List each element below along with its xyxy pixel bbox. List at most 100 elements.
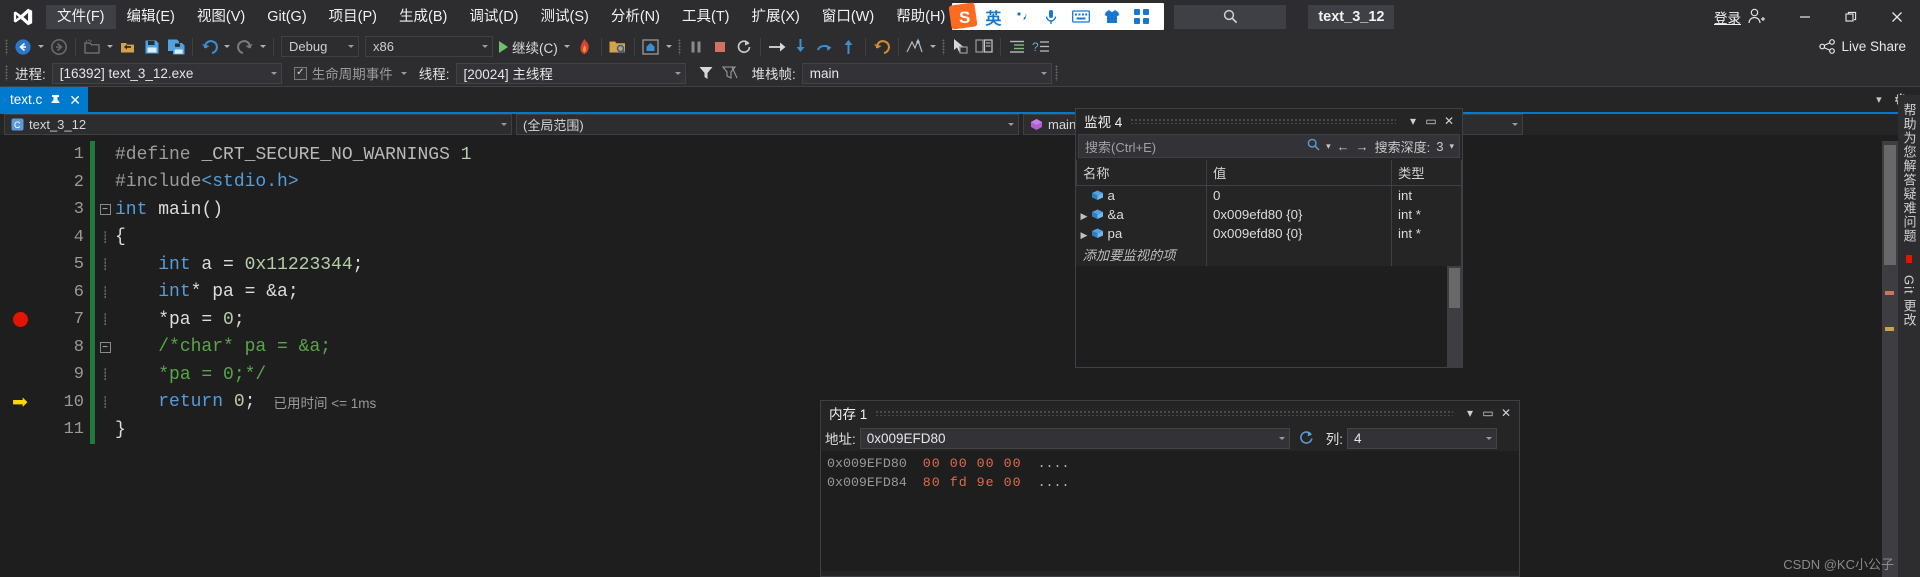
fold-box[interactable]: − [99,341,111,353]
redo-dropdown-icon[interactable] [257,45,269,48]
code-text[interactable]: } [115,420,126,440]
expand-chevron-icon[interactable]: ▶ [1081,230,1091,241]
breakpoint-dot[interactable] [12,312,28,328]
memory-hex-bytes[interactable]: 00 00 00 00 [923,454,1022,473]
keyboard-icon[interactable] [1065,10,1097,23]
code-text[interactable]: *pa = 0; [115,310,244,330]
toolbar-grip[interactable] [1052,63,1061,83]
close-icon[interactable]: ✕ [69,93,81,107]
undo-icon[interactable] [197,35,221,59]
watch-add-row[interactable]: 添加要监视的项 [1076,243,1462,266]
code-text[interactable]: #define _CRT_SECURE_NO_WARNINGS 1 [115,145,472,165]
code-text[interactable]: { [115,227,126,247]
panel-drag-dots[interactable] [1130,118,1396,124]
step-over-icon[interactable] [813,35,837,59]
panel-dock-icon[interactable]: ▭ [1422,112,1440,130]
step-out-icon[interactable] [837,35,861,59]
code-line[interactable]: 1 #define _CRT_SECURE_NO_WARNINGS 1 [0,141,1920,169]
search-depth-chevron-icon[interactable]: ▾ [1449,141,1454,152]
hot-reload-icon[interactable] [573,35,597,59]
code-text[interactable]: int main() [115,200,223,220]
watch-search-bar[interactable]: 搜索(Ctrl+E) ▾ ← → 搜索深度: 3 ▾ [1078,134,1460,158]
code-text[interactable]: int a = 0x11223344; [115,255,363,275]
expand-chevron-icon[interactable]: ▶ [1081,211,1091,222]
memory-columns-combo[interactable]: 4 [1347,427,1498,449]
toolbar-grip[interactable] [675,37,684,57]
search-depth-value[interactable]: 3 [1436,139,1443,154]
scrollbar-thumb[interactable] [1884,145,1896,265]
microphone-icon[interactable] [1037,9,1065,25]
tab-text-c[interactable]: text.c ✕ [0,87,88,112]
memory-window[interactable]: 内存 1 ▾ ▭ ✕ 地址: 0x009EFD80 列: 4 0x009EFD8… [820,400,1520,577]
search-next-icon[interactable]: → [1356,139,1369,154]
step-into-icon[interactable] [789,35,813,59]
indent-icon[interactable] [1005,35,1029,59]
memory-address-input[interactable]: 0x009EFD80 [859,427,1290,449]
watch-cell-name[interactable]: a [1076,185,1207,205]
menu-item-test[interactable]: 测试(S) [530,5,600,29]
menu-item-build[interactable]: 生成(B) [388,5,458,29]
panel-menu-icon[interactable]: ▾ [1461,404,1479,422]
menu-item-project[interactable]: 项目(P) [318,5,388,29]
toolbox-icon[interactable] [1127,9,1156,24]
menu-item-git[interactable]: Git(G) [256,5,317,29]
navigate-forward-icon[interactable] [47,35,71,59]
code-line[interactable]: 2 #include<stdio.h> [0,168,1920,196]
watch-col-value[interactable]: 值 [1206,160,1392,186]
search-prev-icon[interactable]: ← [1337,139,1350,154]
watch-cell-name[interactable]: ▶ &a [1076,205,1207,224]
menu-item-view[interactable]: 视图(V) [186,5,256,29]
memory-row[interactable]: 0x009EFD80 00 00 00 00.... [827,454,1519,473]
break-all-icon[interactable] [684,35,708,59]
new-project-dropdown-icon[interactable] [104,45,116,48]
toolbar-grip[interactable] [939,37,948,57]
new-project-icon[interactable] [80,35,104,59]
diagnostics-dropdown-icon[interactable] [927,45,939,48]
ime-mode-icon[interactable]: 英 [978,5,1008,29]
code-text[interactable]: return 0; [115,392,255,412]
menu-item-extensions[interactable]: 扩展(X) [741,5,811,29]
panel-dock-icon[interactable]: ▭ [1479,404,1497,422]
redo-icon[interactable] [233,35,257,59]
memory-hex-grid[interactable]: 0x009EFD80 00 00 00 00.... 0x009EFD84 80 fd… [821,451,1519,571]
restart-icon[interactable] [732,35,756,59]
stackframe-combo[interactable]: main [801,62,1052,84]
screenshot-icon[interactable] [639,35,663,59]
refresh-icon[interactable] [1294,430,1318,446]
lifecycle-events-checkbox[interactable] [293,66,307,80]
pointer-icon[interactable] [948,35,972,59]
memory-hex-bytes[interactable]: 80 fd 9e 00 [923,473,1022,492]
comment-icon[interactable]: ? [1029,35,1053,59]
scrollbar-thumb[interactable] [1449,268,1460,308]
show-next-statement-icon[interactable] [765,35,789,59]
watch-empty-area[interactable] [1076,266,1462,367]
code-line[interactable]: 9 ┊ *pa = 0;*/ [0,361,1920,389]
undo-dropdown-icon[interactable] [221,45,233,48]
code-text[interactable]: /*char* pa = &a; [115,337,331,357]
close-button[interactable] [1874,0,1920,33]
code-line[interactable]: 3 − int main() [0,196,1920,224]
process-combo[interactable]: [16392] text_3_12.exe [51,62,282,84]
search-options-chevron-icon[interactable]: ▾ [1326,141,1331,152]
code-text[interactable]: int* pa = &a; [115,282,298,302]
watch-col-type[interactable]: 类型 [1391,160,1462,186]
diagnostics-icon[interactable] [903,35,927,59]
continue-dropdown-icon[interactable] [561,45,573,48]
pin-icon[interactable] [50,94,61,105]
menu-item-help[interactable]: 帮助(H) [885,5,956,29]
save-all-icon[interactable] [164,35,188,59]
watch-row[interactable]: ▶ &a 0x009efd80 {0} int * [1076,205,1462,224]
navigate-back-dropdown-icon[interactable] [35,45,47,48]
minimize-button[interactable] [1782,0,1828,33]
code-text[interactable]: #include<stdio.h> [115,172,299,192]
screenshot-dropdown-icon[interactable] [663,45,675,48]
tool-tab-help[interactable]: 帮助为您解答疑难问题 [1897,95,1920,251]
save-icon[interactable] [140,35,164,59]
menu-item-tools[interactable]: 工具(T) [671,5,741,29]
code-line[interactable]: 6 ┊ int* pa = &a; [0,278,1920,306]
sign-in-link[interactable]: 登录 [1714,7,1747,27]
tab-overflow-icon[interactable]: ▾ [1868,93,1890,106]
breakpoint-icon[interactable] [0,312,40,328]
compare-icon[interactable] [972,35,996,59]
menu-item-analyze[interactable]: 分析(N) [600,5,671,29]
